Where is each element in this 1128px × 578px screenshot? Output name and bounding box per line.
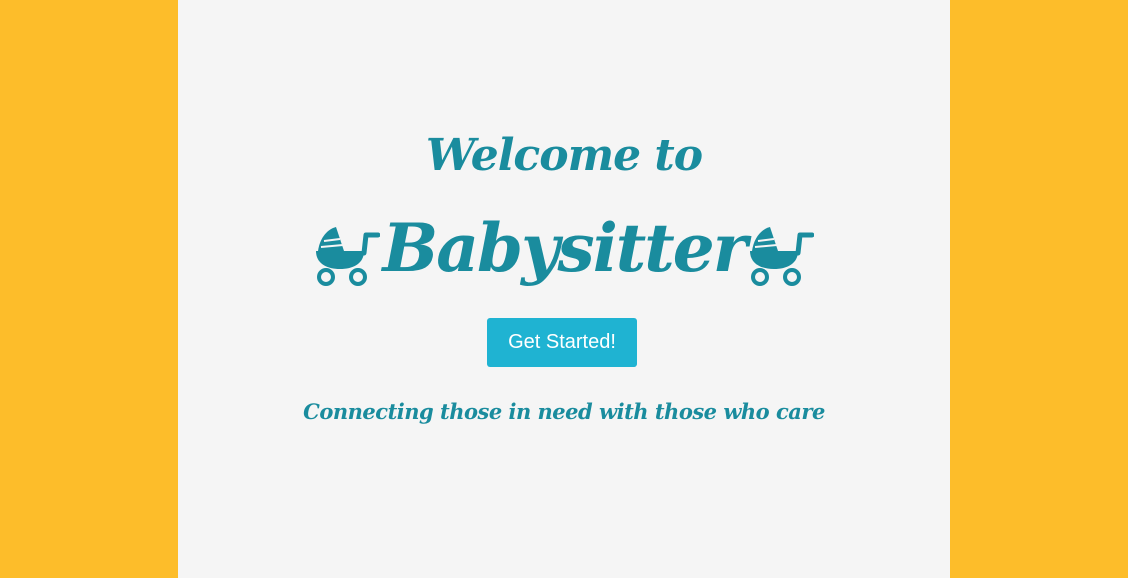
- get-started-button[interactable]: Get Started!: [487, 318, 637, 367]
- baby-carriage-icon: [749, 227, 814, 286]
- tagline: Connecting those in need with those who …: [303, 399, 825, 424]
- brand-title: Babysitter: [382, 209, 747, 287]
- brand-title-row: Babysitter: [178, 198, 950, 298]
- landing-panel: Welcome to Babysitter Get Started! Conne…: [178, 0, 950, 578]
- welcome-heading: Welcome to: [425, 130, 703, 181]
- baby-carriage-icon: [316, 227, 381, 286]
